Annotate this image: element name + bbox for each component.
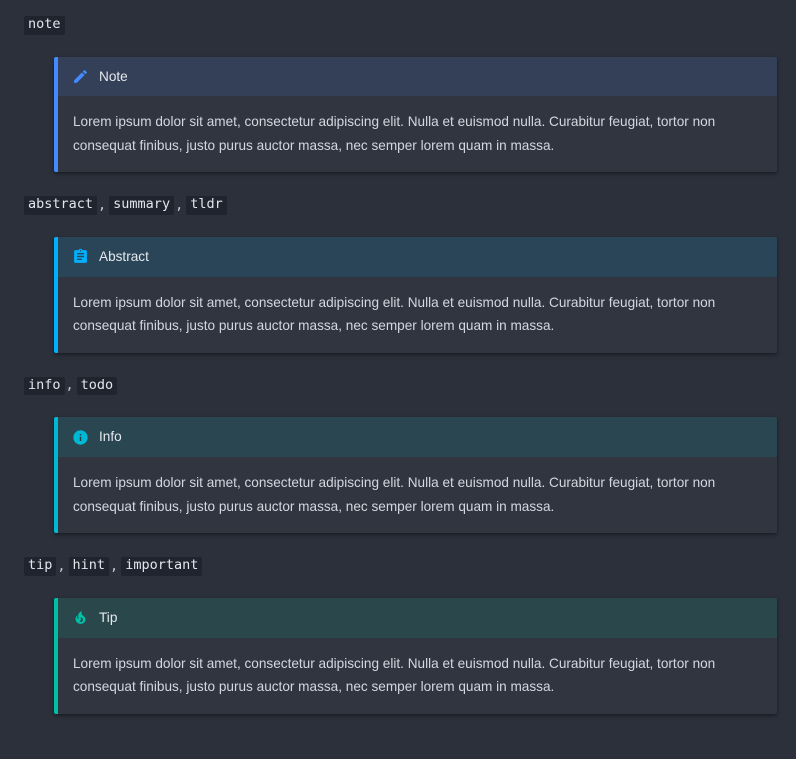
keyword-chip-info[interactable]: info	[24, 376, 65, 396]
keyword-separator: ,	[110, 557, 119, 574]
admonition-abstract: Abstract Lorem ipsum dolor sit amet, con…	[54, 236, 777, 353]
keyword-separator: ,	[65, 377, 74, 394]
admonition-title-info: Info	[99, 429, 122, 445]
admonition-body-tip: Lorem ipsum dolor sit amet, consectetur …	[58, 637, 777, 714]
admonition-title-bar-info: Info	[58, 417, 777, 458]
admonition-body-abstract: Lorem ipsum dolor sit amet, consectetur …	[58, 276, 777, 353]
admonition-wrapper-info: Info Lorem ipsum dolor sit amet, consect…	[0, 417, 796, 534]
clipboard-icon	[72, 248, 89, 265]
keyword-chip-important[interactable]: important	[121, 557, 203, 576]
flame-icon	[72, 609, 89, 626]
keyword-chip-row-tip: tip, hint, important	[0, 557, 796, 576]
keyword-chip-summary[interactable]: summary	[109, 196, 175, 215]
admonition-title-tip: Tip	[99, 609, 118, 625]
keyword-separator: ,	[57, 557, 66, 574]
keyword-separator: ,	[175, 196, 184, 213]
admonitions-page: note Note Lorem ipsum dolor sit amet, co…	[0, 0, 796, 759]
admonition-info: Info Lorem ipsum dolor sit amet, consect…	[54, 417, 777, 534]
keyword-chip-row-abstract: abstract, summary, tldr	[0, 196, 796, 215]
admonition-wrapper-tip: Tip Lorem ipsum dolor sit amet, consecte…	[0, 597, 796, 714]
admonition-title-note: Note	[99, 68, 128, 84]
keyword-chip-note[interactable]: note	[24, 16, 65, 35]
section-info: info, todo Info Lorem ipsum dolor sit ame…	[0, 353, 796, 534]
section-note: note Note Lorem ipsum dolor sit amet, co…	[0, 0, 796, 173]
keyword-chip-row-info: info, todo	[0, 376, 796, 396]
keyword-chip-row-note: note	[0, 16, 796, 35]
admonition-body-note: Lorem ipsum dolor sit amet, consectetur …	[58, 96, 777, 173]
admonition-wrapper-abstract: Abstract Lorem ipsum dolor sit amet, con…	[0, 236, 796, 353]
section-tip: tip, hint, important Tip Lorem ipsum dolor…	[0, 533, 796, 714]
admonition-title-bar-note: Note	[58, 56, 777, 97]
keyword-chip-hint[interactable]: hint	[68, 557, 110, 576]
keyword-separator: ,	[98, 196, 107, 213]
admonition-title-bar-tip: Tip	[58, 597, 777, 638]
admonition-tip: Tip Lorem ipsum dolor sit amet, consecte…	[54, 597, 777, 714]
admonition-title-abstract: Abstract	[99, 248, 149, 264]
admonition-wrapper-note: Note Lorem ipsum dolor sit amet, consect…	[0, 56, 796, 173]
keyword-chip-tldr[interactable]: tldr	[186, 196, 227, 215]
admonition-note: Note Lorem ipsum dolor sit amet, consect…	[54, 56, 777, 173]
keyword-chip-todo[interactable]: todo	[76, 376, 118, 396]
admonition-body-info: Lorem ipsum dolor sit amet, consectetur …	[58, 457, 777, 534]
admonition-title-bar-abstract: Abstract	[58, 236, 777, 277]
pencil-icon	[72, 68, 89, 85]
keyword-chip-abstract[interactable]: abstract	[24, 196, 98, 215]
keyword-chip-tip[interactable]: tip	[24, 557, 57, 576]
section-abstract: abstract, summary, tldr Abstract Lorem ips…	[0, 172, 796, 353]
info-circle-icon	[72, 429, 89, 446]
